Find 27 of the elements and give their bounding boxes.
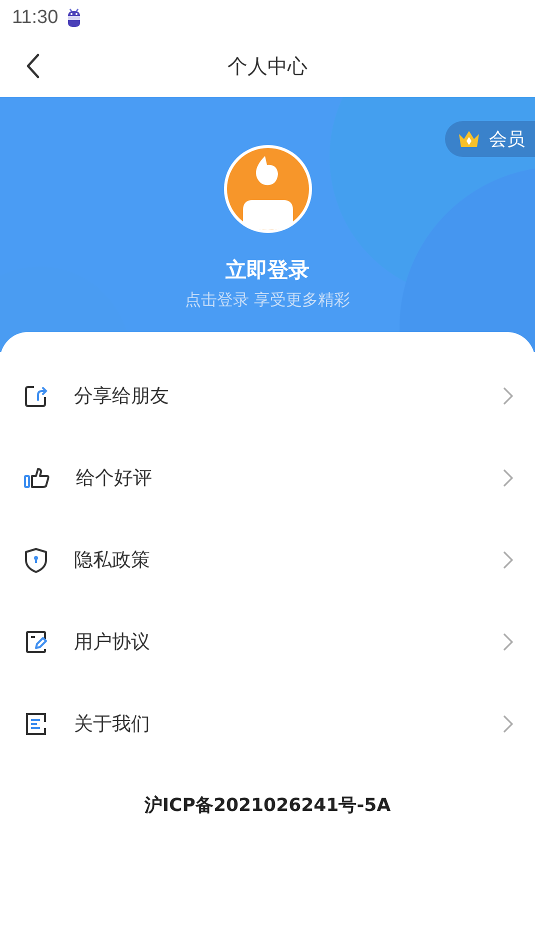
menu-label: 用户协议 bbox=[74, 630, 151, 655]
status-time: 11:30 bbox=[12, 6, 58, 28]
chevron-right-icon bbox=[503, 387, 513, 405]
chevron-right-icon bbox=[503, 633, 513, 651]
thumbs-up-icon bbox=[24, 467, 50, 489]
document-icon bbox=[24, 712, 48, 736]
menu-label: 给个好评 bbox=[76, 466, 153, 491]
document-edit-icon bbox=[24, 630, 48, 654]
chevron-right-icon bbox=[503, 469, 513, 487]
menu-item[interactable]: 分享给朋友 bbox=[0, 355, 535, 437]
member-badge[interactable]: 会员 bbox=[445, 121, 535, 157]
login-subtitle: 点击登录 享受更多精彩 bbox=[184, 290, 350, 311]
menu-item[interactable]: 隐私政策 bbox=[0, 519, 535, 601]
menu-item[interactable]: 给个好评 bbox=[0, 437, 535, 519]
menu-item[interactable]: 关于我们 bbox=[0, 683, 535, 765]
menu-item[interactable]: 用户协议 bbox=[0, 601, 535, 683]
menu-label: 隐私政策 bbox=[74, 548, 151, 573]
menu-label: 关于我们 bbox=[74, 712, 151, 737]
robot-icon bbox=[66, 8, 82, 28]
menu-label: 分享给朋友 bbox=[74, 384, 170, 409]
chevron-right-icon bbox=[503, 551, 513, 569]
shield-icon bbox=[24, 547, 48, 573]
avatar[interactable] bbox=[222, 144, 312, 234]
icp-number[interactable]: 沪ICP备2021026241号-5A bbox=[144, 793, 391, 817]
share-icon bbox=[24, 384, 48, 408]
chevron-right-icon bbox=[503, 715, 513, 733]
page-title: 个人中心 bbox=[228, 52, 308, 80]
